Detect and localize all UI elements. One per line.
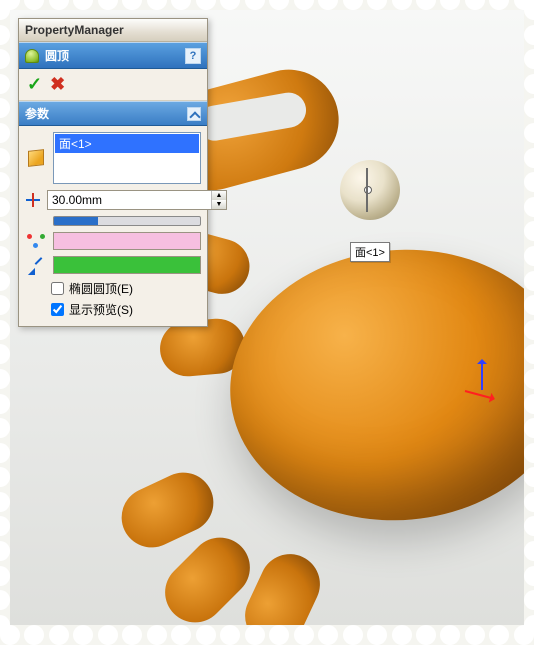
property-manager-panel: PropertyManager 圆顶 ? ✓ ✖ 参数 面<1> ▲ ▼ (18, 18, 208, 327)
face-selection-list[interactable]: 面<1> (53, 132, 201, 184)
dome-preview-sphere[interactable] (340, 160, 400, 220)
distance-input-wrapper: ▲ ▼ (47, 190, 227, 210)
distance-spin-up[interactable]: ▲ (211, 191, 226, 200)
distance-slider[interactable] (53, 216, 201, 226)
ellipse-dome-checkbox[interactable] (51, 282, 64, 295)
face-selection-item[interactable]: 面<1> (55, 134, 199, 153)
ellipse-dome-row[interactable]: 椭圆圆顶(E) (51, 280, 201, 297)
constraint-point-field[interactable] (53, 232, 201, 250)
ok-cancel-bar: ✓ ✖ (19, 69, 207, 101)
distance-slider-row (25, 216, 201, 226)
cancel-button[interactable]: ✖ (50, 74, 65, 95)
distance-icon (25, 192, 41, 208)
distance-spin-down[interactable]: ▼ (211, 200, 226, 209)
model-leg (235, 544, 330, 625)
show-preview-checkbox[interactable] (51, 303, 64, 316)
constraint-point-row (25, 232, 201, 250)
property-manager-title: PropertyManager (19, 19, 207, 42)
direction-arrow-icon (28, 257, 44, 273)
origin-triad-icon[interactable] (465, 360, 505, 410)
ellipse-dome-label: 椭圆圆顶(E) (69, 280, 133, 297)
ok-button[interactable]: ✓ (27, 74, 42, 95)
show-preview-label: 显示预览(S) (69, 301, 133, 318)
distance-spinner: ▲ ▼ (211, 191, 226, 209)
chevron-up-icon[interactable] (187, 107, 201, 121)
distance-row: ▲ ▼ (25, 190, 201, 210)
face-selection-row: 面<1> (25, 132, 201, 184)
feature-title-text: 圆顶 (45, 47, 69, 64)
parameters-header[interactable]: 参数 (19, 101, 207, 126)
direction-field[interactable] (53, 256, 201, 274)
feature-title-bar: 圆顶 ? (19, 42, 207, 69)
multipoint-icon (27, 234, 45, 248)
dome-icon (25, 49, 39, 63)
parameters-header-label: 参数 (25, 105, 49, 122)
face-callout[interactable]: 面<1> (350, 242, 390, 262)
distance-input[interactable] (48, 191, 211, 209)
face-select-icon (28, 149, 44, 167)
parameters-body: 面<1> ▲ ▼ (19, 126, 207, 326)
direction-row (25, 256, 201, 274)
help-icon[interactable]: ? (185, 48, 201, 64)
show-preview-row[interactable]: 显示预览(S) (51, 301, 201, 318)
